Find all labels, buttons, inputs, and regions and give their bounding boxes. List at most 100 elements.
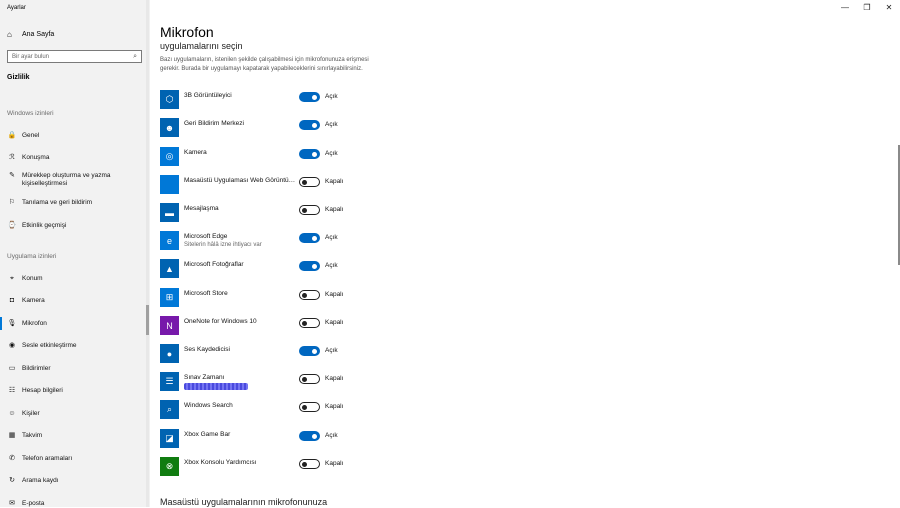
toggle-state: Açık <box>325 234 338 241</box>
onenote-icon: N <box>160 316 179 335</box>
section-title: Gizlilik <box>7 74 30 81</box>
app-toggle[interactable] <box>299 233 320 243</box>
history-icon: ⌚ <box>7 222 17 229</box>
sidebar-scroll-thumb[interactable] <box>146 305 149 335</box>
store-icon: ⊞ <box>160 288 179 307</box>
sidebar-item-label: Sesle etkinleştirme <box>22 342 77 349</box>
speech-icon: ℛ <box>9 154 15 161</box>
feedback-icon: ⚐ <box>8 199 16 206</box>
xbox-game-bar-icon: ◪ <box>160 429 179 448</box>
app-row: ⬡ 3B Görüntüleyici Açık <box>160 90 460 110</box>
sidebar-item-label: Telefon aramaları <box>22 455 73 462</box>
app-row: N OneNote for Windows 10 Kapalı <box>160 316 460 336</box>
app-toggle[interactable] <box>299 205 320 215</box>
app-row: ☻ Geri Bildirim Merkezi Açık <box>160 118 460 138</box>
sidebar-item-location[interactable]: ⌖ Konum <box>7 275 147 283</box>
app-toggle[interactable] <box>299 92 320 102</box>
toggle-state: Kapalı <box>325 375 344 382</box>
app-toggle[interactable] <box>299 346 320 356</box>
app-toggle[interactable] <box>299 459 320 469</box>
phone-icon: ✆ <box>9 455 15 462</box>
search-placeholder: Bir ayar bulun <box>12 53 50 60</box>
toggle-state: Kapalı <box>325 403 344 410</box>
toggle-state: Kapalı <box>325 291 344 298</box>
desktop-apps-heading: Masaüstü uygulamalarının mikrofonunuza <box>160 497 328 507</box>
sidebar-item-microphone[interactable]: 🎙 Mikrofon <box>0 317 147 330</box>
app-name: Microsoft Edge <box>184 233 228 240</box>
toggle-knob <box>302 461 307 467</box>
app-name: Sınav Zamanı <box>184 374 225 381</box>
section-heading: uygulamalarını seçin <box>160 41 243 51</box>
sidebar-item-account-info[interactable]: ☷ Hesap bilgileri <box>7 387 147 395</box>
app-row: Masaüstü Uygulaması Web Görüntü… Kapalı <box>160 175 460 195</box>
sidebar-item-label: Kamera <box>22 297 45 304</box>
feedback-hub-icon: ☻ <box>160 118 179 137</box>
sidebar-item-camera[interactable]: ◘ Kamera <box>7 297 147 305</box>
lock-icon: 🔒 <box>7 132 17 139</box>
app-name: Xbox Konsolu Yardımcısı <box>184 459 257 466</box>
sidebar-item-diagnostics[interactable]: ⚐ Tanılama ve geri bildirim <box>7 199 147 207</box>
toggle-state: Açık <box>325 432 338 439</box>
sidebar-item-label: Konum <box>22 275 43 282</box>
sidebar-item-calendar[interactable]: ▦ Takvim <box>7 432 147 440</box>
app-subtitle: Sitelerin hâlâ izne ihtiyacı var <box>184 242 262 248</box>
toggle-knob <box>312 348 317 354</box>
sidebar-item-label: Tanılama ve geri bildirim <box>22 199 93 206</box>
sidebar-item-contacts[interactable]: ☺ Kişiler <box>7 410 147 418</box>
toggle-knob <box>312 263 317 269</box>
app-toggle[interactable] <box>299 318 320 328</box>
close-button[interactable]: ✕ <box>878 3 900 13</box>
account-icon: ☷ <box>8 387 16 394</box>
camera-icon: ◘ <box>9 297 15 304</box>
sidebar-item-activity[interactable]: ⌚ Etkinlik geçmişi <box>7 222 147 230</box>
minimize-button[interactable]: — <box>834 3 856 13</box>
app-row: ◎ Kamera Açık <box>160 147 460 167</box>
voice-recorder-icon: ● <box>160 344 179 363</box>
app-row: ⌕ Windows Search Kapalı <box>160 400 460 420</box>
sidebar-item-phone-calls[interactable]: ✆ Telefon aramaları <box>7 455 147 463</box>
sidebar-item-voice-activation[interactable]: ◉ Sesle etkinleştirme <box>7 342 147 350</box>
page-title: Mikrofon <box>160 24 214 40</box>
app-toggle[interactable] <box>299 177 320 187</box>
toggle-knob <box>312 433 317 439</box>
search-input[interactable]: Bir ayar bulun ⌕ <box>7 50 142 63</box>
toggle-knob <box>312 235 317 241</box>
toggle-knob <box>302 179 307 185</box>
search-icon[interactable]: ⌕ <box>133 53 137 61</box>
app-toggle[interactable] <box>299 149 320 159</box>
photos-icon: ▲ <box>160 259 179 278</box>
voice-icon: ◉ <box>8 342 16 349</box>
toggle-state: Açık <box>325 93 338 100</box>
messaging-icon: ▬ <box>160 203 179 222</box>
section-description: Bazı uygulamaların, istenilen şekilde ça… <box>160 57 369 72</box>
sidebar-item-notifications[interactable]: ▭ Bildirimler <box>7 365 147 373</box>
sidebar-item-general[interactable]: 🔒 Genel <box>7 132 147 140</box>
restore-button[interactable]: ❐ <box>856 3 878 13</box>
app-toggle[interactable] <box>299 374 320 384</box>
camera-app-icon: ◎ <box>160 147 179 166</box>
sidebar-item-label: Takvim <box>22 432 43 439</box>
pen-icon: ✎ <box>9 172 15 179</box>
sidebar-item-inking[interactable]: ✎ Mürekkep oluşturma ve yazma kişiselleşt… <box>7 172 147 188</box>
app-toggle[interactable] <box>299 120 320 130</box>
app-toggle[interactable] <box>299 402 320 412</box>
contacts-icon: ☺ <box>8 410 16 417</box>
desktop-app-icon <box>160 175 179 194</box>
toggle-knob <box>312 151 317 157</box>
main-content: — ❐ ✕ Mikrofon uygulamalarını seçin Bazı… <box>150 0 900 507</box>
toggle-knob <box>312 94 317 100</box>
app-toggle[interactable] <box>299 290 320 300</box>
app-toggle[interactable] <box>299 431 320 441</box>
app-name: Masaüstü Uygulaması Web Görüntü… <box>184 177 296 184</box>
sidebar-scrollbar[interactable] <box>146 0 149 507</box>
edge-icon: e <box>160 231 179 250</box>
app-name: Windows Search <box>184 402 233 409</box>
app-row: ⊞ Microsoft Store Kapalı <box>160 288 460 308</box>
toggle-knob <box>302 376 307 382</box>
app-row: ● Ses Kaydedicisi Açık <box>160 344 460 364</box>
toggle-state: Kapalı <box>325 460 344 467</box>
sidebar-home[interactable]: ⌂ Ana Sayfa <box>7 28 143 40</box>
app-toggle[interactable] <box>299 261 320 271</box>
sidebar-item-call-history[interactable]: ↻ Arama kaydı <box>7 477 147 485</box>
sidebar-item-speech[interactable]: ℛ Konuşma <box>7 154 147 162</box>
